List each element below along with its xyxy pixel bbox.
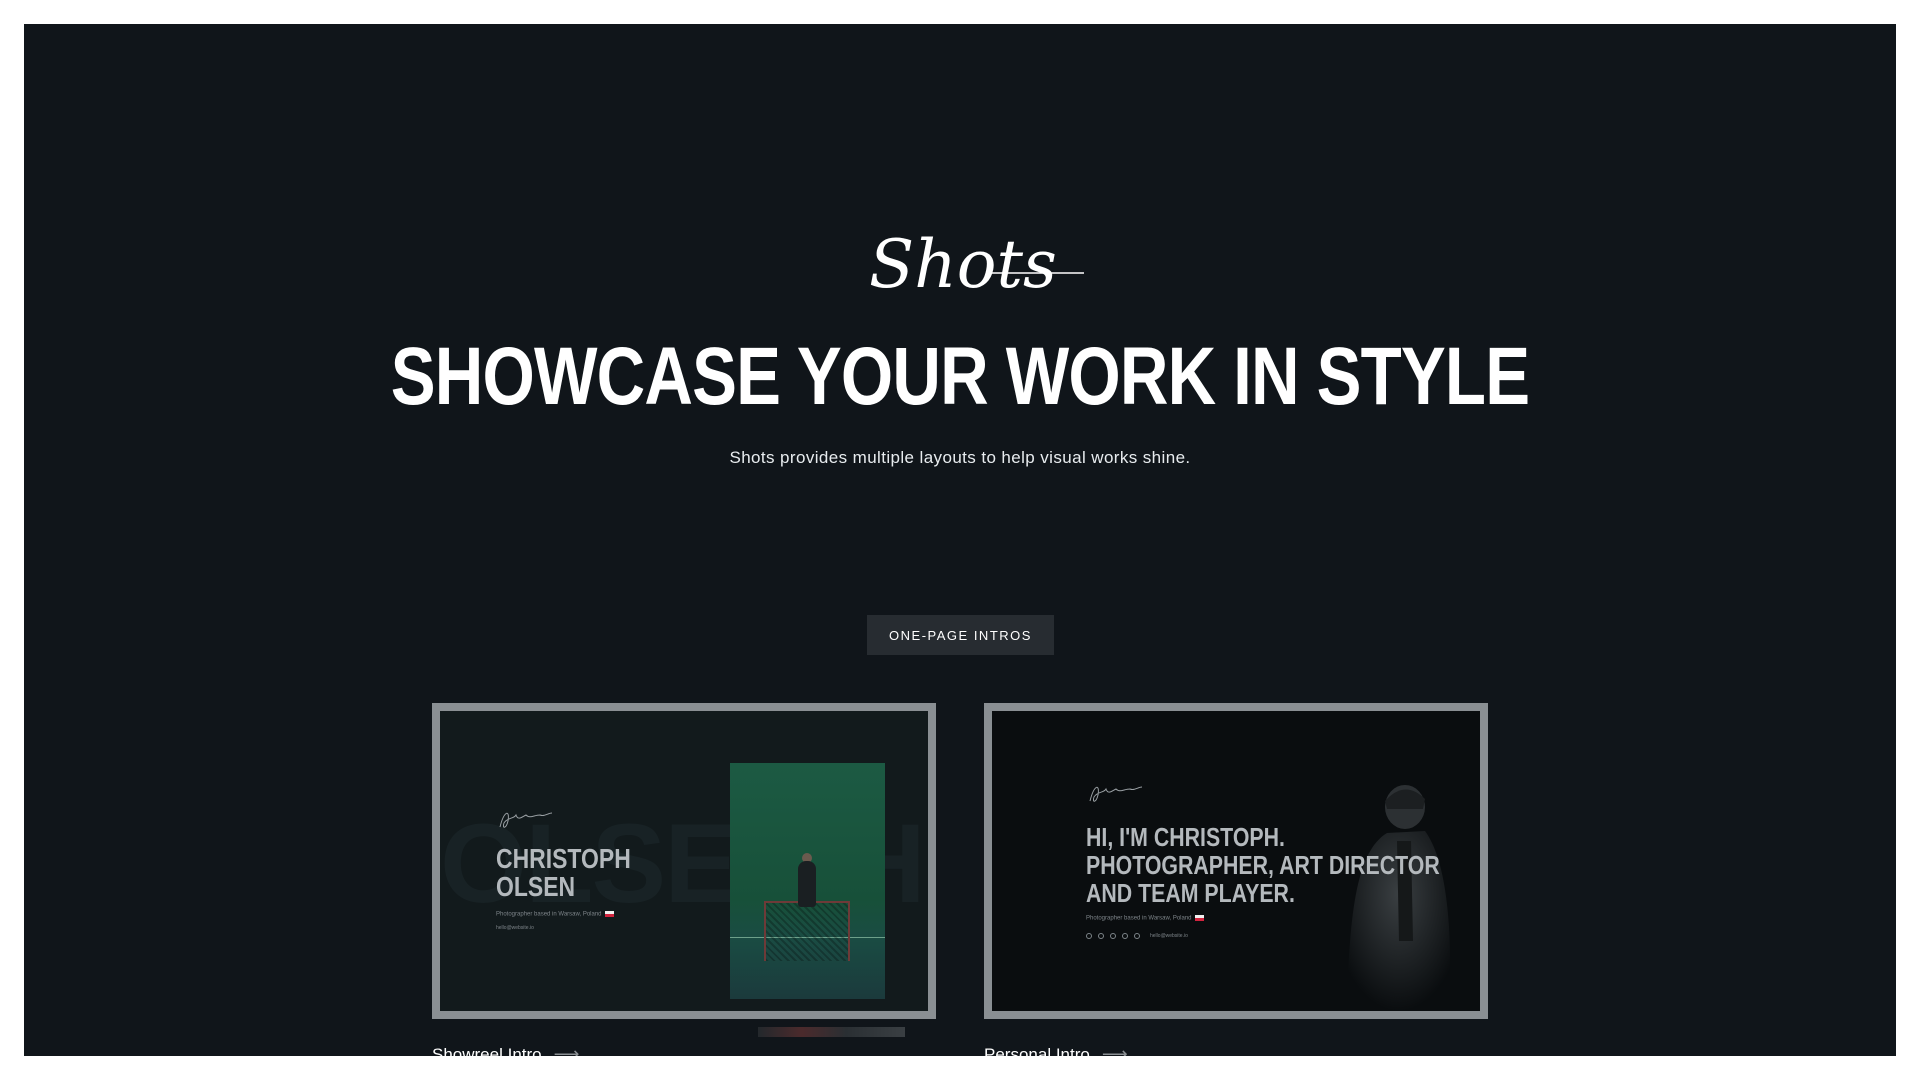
signature-icon	[1089, 786, 1143, 802]
personal-intro-card[interactable]: HI, I'M CHRISTOPH. PHOTOGRAPHER, ART DIR…	[984, 703, 1488, 1019]
preview-meta-text: Photographer based in Warsaw, Poland	[496, 911, 602, 918]
preview-title-line: PHOTOGRAPHER, ART DIRECTOR	[1086, 850, 1440, 880]
preview-title-line: AND TEAM PLAYER.	[1086, 878, 1295, 908]
dribbble-icon[interactable]	[1134, 933, 1140, 939]
preview-meta: Photographer based in Warsaw, Poland	[1086, 915, 1204, 922]
preview-title: HI, I'M CHRISTOPH. PHOTOGRAPHER, ART DIR…	[1086, 823, 1440, 907]
twitter-icon[interactable]	[1098, 933, 1104, 939]
arrow-right-icon: ⟶	[553, 1044, 580, 1056]
personal-preview: HI, I'M CHRISTOPH. PHOTOGRAPHER, ART DIR…	[992, 711, 1480, 1011]
preview-title-line: OLSEN	[496, 871, 576, 902]
goalie-photo	[730, 763, 885, 999]
showreel-intro-card[interactable]: OLSEN HB CHRISTOPH OLSEN Photographer ba…	[432, 703, 936, 1019]
vimeo-icon[interactable]	[1110, 933, 1116, 939]
card-caption-text: Personal Intro	[984, 1044, 1090, 1057]
preview-title-line: HI, I'M CHRISTOPH.	[1086, 822, 1285, 852]
hero-headline: SHOWCASE YOUR WORK IN STYLE	[390, 331, 1530, 422]
logo-text: Shots	[869, 226, 1057, 303]
youtube-icon[interactable]	[1122, 933, 1128, 939]
preview-title: CHRISTOPH OLSEN	[496, 845, 631, 901]
shots-logo[interactable]: Shots	[859, 209, 1089, 319]
person-figure	[798, 861, 816, 907]
arrow-right-icon: ⟶	[1101, 1044, 1128, 1056]
hero-subline: Shots provides multiple layouts to help …	[729, 448, 1191, 467]
social-icons: hello@website.io	[1086, 933, 1188, 939]
hockey-goal	[764, 901, 850, 961]
preview-title-line: CHRISTOPH	[496, 843, 631, 874]
preview-email: hello@website.io	[496, 925, 534, 931]
instagram-icon[interactable]	[1086, 933, 1092, 939]
personal-intro-link[interactable]: Personal Intro ⟶	[984, 1044, 1128, 1056]
preview-meta: Photographer based in Warsaw, Poland	[496, 911, 614, 918]
preview-email: hello@website.io	[1150, 933, 1188, 939]
card-caption-text: Showreel Intro	[432, 1044, 542, 1057]
showreel-preview: OLSEN HB CHRISTOPH OLSEN Photographer ba…	[440, 711, 928, 1011]
showreel-intro-link[interactable]: Showreel Intro ⟶	[432, 1044, 579, 1056]
photo-bleed	[758, 1027, 905, 1037]
preview-meta-text: Photographer based in Warsaw, Poland	[1086, 915, 1192, 922]
flag-icon	[604, 911, 614, 917]
signature-icon	[499, 812, 553, 828]
landing-page: Shots SHOWCASE YOUR WORK IN STYLE Shots …	[24, 24, 1896, 1056]
section-badge: ONE-PAGE INTROS	[867, 615, 1054, 655]
flag-icon	[1194, 915, 1204, 921]
